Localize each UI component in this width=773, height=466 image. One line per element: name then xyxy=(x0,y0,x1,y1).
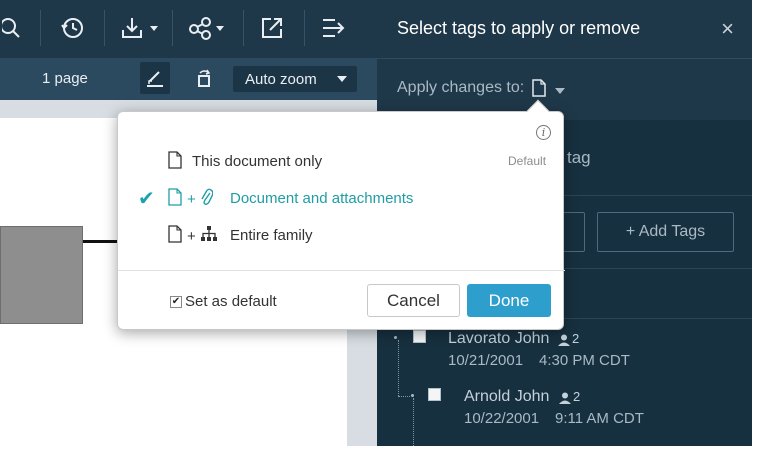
apply-changes-label: Apply changes to: xyxy=(397,79,525,96)
document-icon xyxy=(168,225,182,248)
toolbar-separator xyxy=(304,10,305,46)
tag-row-text: tag xyxy=(567,148,591,167)
main-toolbar xyxy=(0,0,377,58)
share-icon[interactable] xyxy=(188,12,232,44)
checkmark-icon: ✔ xyxy=(138,188,155,210)
entry-name: Arnold John xyxy=(464,388,550,405)
option-icons: + xyxy=(168,225,217,248)
add-tags-button[interactable]: + Add Tags xyxy=(597,212,734,252)
option-label: Entire family xyxy=(230,226,313,244)
download-icon[interactable] xyxy=(118,12,162,44)
toolbar-separator xyxy=(172,10,173,46)
entry-date: 10/21/2001 xyxy=(448,352,524,369)
toolbar-separator xyxy=(104,10,105,46)
option-document-attachments[interactable]: ✔ + Document and attachments xyxy=(138,186,538,210)
page-count: 1 page xyxy=(42,70,88,87)
set-default-label: Set as default xyxy=(185,293,277,310)
panel-title: Select tags to apply or remove xyxy=(397,18,641,38)
option-label: This document only xyxy=(192,152,323,170)
user-icon xyxy=(559,391,571,409)
option-entire-family[interactable]: + Entire family xyxy=(138,223,538,247)
toolbar-separator xyxy=(243,10,244,46)
apply-changes-popup: i This document only Default ✔ + Documen… xyxy=(117,99,565,330)
divider xyxy=(118,270,565,271)
rotate-icon[interactable] xyxy=(190,62,218,94)
entry-name: Lavorato John xyxy=(448,330,550,347)
tree-line xyxy=(413,398,414,446)
document-icon xyxy=(168,151,182,174)
search-icon[interactable] xyxy=(0,12,26,44)
chevron-down-icon[interactable] xyxy=(555,88,565,94)
chevron-down-icon xyxy=(337,76,347,82)
user-icon xyxy=(558,333,570,351)
document-icon xyxy=(168,188,182,211)
zoom-value: Auto zoom xyxy=(245,70,317,88)
document-graphic xyxy=(0,226,83,324)
toolbar-separator xyxy=(40,10,41,46)
entry-time: 9:11 AM CDT xyxy=(555,410,644,427)
plus-sign: + xyxy=(187,228,196,245)
option-icons: + xyxy=(168,188,214,211)
close-icon[interactable]: × xyxy=(721,16,734,42)
entry-count: 2 xyxy=(572,331,580,346)
tree-line xyxy=(398,340,399,396)
entry-date: 10/22/2001 xyxy=(464,410,540,427)
hierarchy-icon xyxy=(200,226,217,247)
open-external-icon[interactable] xyxy=(258,12,286,44)
tree-node-dot xyxy=(411,394,414,397)
paperclip-icon xyxy=(201,188,214,211)
annotate-icon[interactable] xyxy=(140,62,170,94)
tree-line xyxy=(398,396,410,397)
info-icon[interactable]: i xyxy=(536,125,551,140)
entry-checkbox[interactable] xyxy=(428,388,441,401)
option-label: Document and attachments xyxy=(230,189,414,207)
tree-node-dot xyxy=(394,336,397,339)
default-label: Default xyxy=(508,154,547,168)
export-icon[interactable] xyxy=(320,12,348,44)
history-icon[interactable] xyxy=(56,12,88,44)
entry-checkbox[interactable] xyxy=(413,330,426,343)
document-icon[interactable] xyxy=(532,79,546,102)
cancel-button[interactable]: Cancel xyxy=(367,284,460,317)
zoom-select[interactable]: Auto zoom xyxy=(233,66,357,92)
entry-time: 4:30 PM CDT xyxy=(539,352,630,369)
entry-count: 2 xyxy=(573,389,581,404)
set-default-checkbox[interactable]: ✔ Set as default xyxy=(170,293,277,310)
app-window: 1 page Auto zoom Select tags to apply or… xyxy=(0,0,752,446)
panel-header: Select tags to apply or remove × xyxy=(377,0,752,58)
option-this-document[interactable]: This document only xyxy=(138,149,538,173)
plus-sign: + xyxy=(187,191,196,208)
done-button[interactable]: Done xyxy=(467,284,551,317)
option-icons xyxy=(168,151,182,174)
screenshot-stage: 1 page Auto zoom Select tags to apply or… xyxy=(0,0,773,466)
checkbox[interactable]: ✔ xyxy=(170,295,182,308)
view-toolbar: 1 page Auto zoom xyxy=(0,58,377,100)
